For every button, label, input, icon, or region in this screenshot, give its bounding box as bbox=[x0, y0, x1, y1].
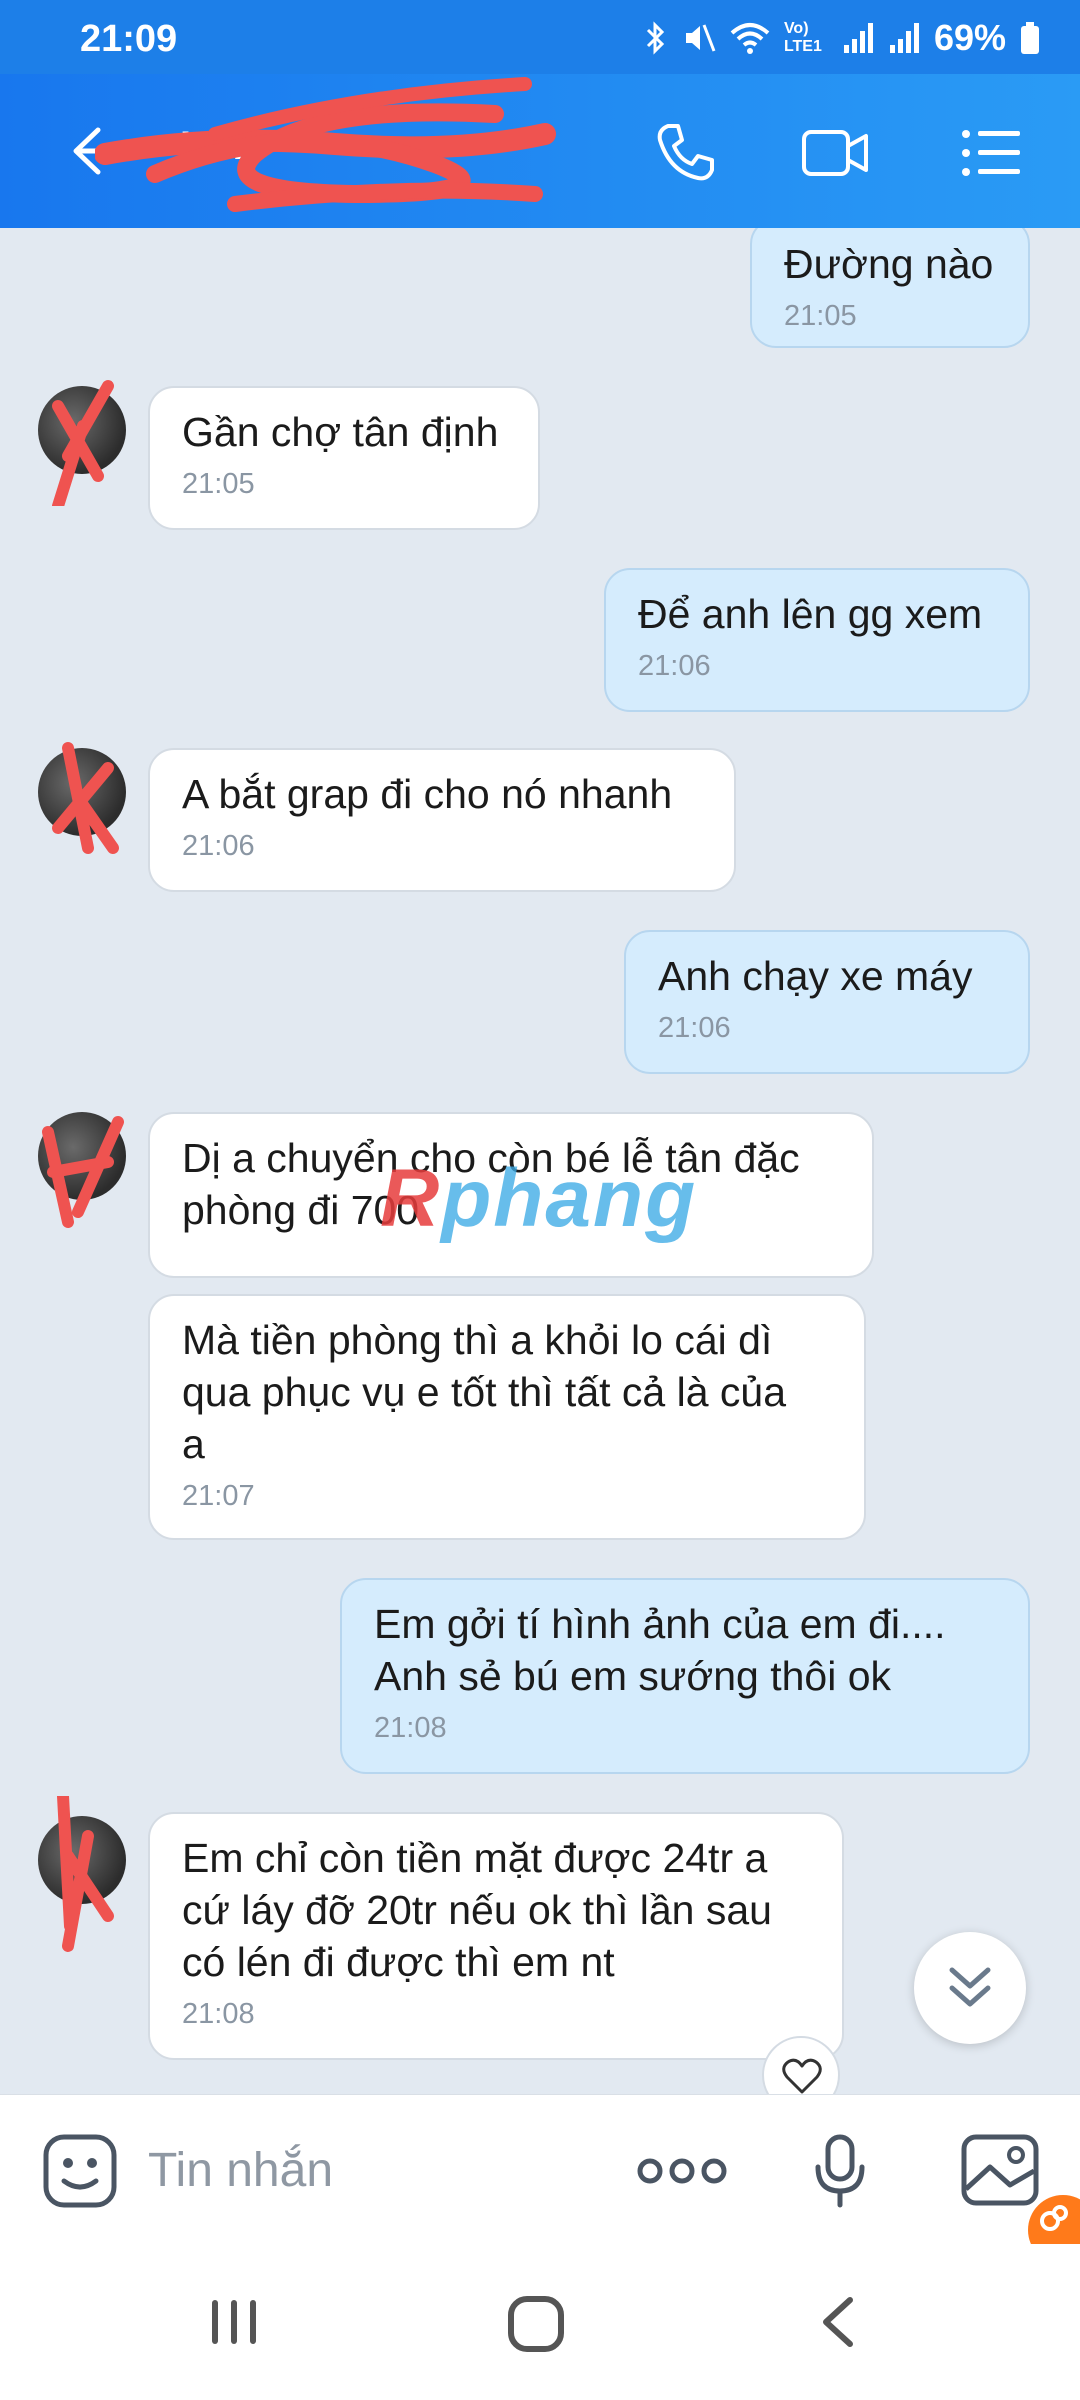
signal-2-icon bbox=[889, 23, 919, 53]
home-icon[interactable] bbox=[506, 2294, 566, 2354]
list-menu-icon[interactable] bbox=[956, 118, 1026, 188]
battery-percent: 69% bbox=[933, 17, 1006, 58]
system-nav-bar bbox=[0, 2244, 1080, 2400]
message-list[interactable]: Đường nào 21:05 Gần chợ tân định 21:05 Đ… bbox=[0, 228, 1080, 2094]
message-input[interactable]: Tin nhắn bbox=[148, 2143, 333, 2198]
signal-1-icon bbox=[843, 23, 873, 53]
redaction-mark bbox=[52, 742, 119, 854]
double-chevron-down-icon bbox=[949, 1967, 991, 2007]
message-text: Để anh lên gg xem bbox=[638, 591, 983, 637]
message-time: 21:06 bbox=[638, 650, 711, 682]
redaction-mark bbox=[52, 380, 114, 506]
message-text: Em chỉ còn tiền mặt được 24tr a cứ láy đ… bbox=[182, 1835, 772, 1985]
message-time: 21:05 bbox=[182, 468, 255, 500]
network-label: Vo) LTE1 bbox=[783, 20, 822, 55]
microphone-icon[interactable] bbox=[812, 2133, 868, 2209]
message-time: 21:07 bbox=[182, 1480, 255, 1512]
bluetooth-icon bbox=[646, 21, 665, 55]
redaction-scribble bbox=[95, 77, 556, 212]
nav-back-icon[interactable] bbox=[816, 2294, 860, 2350]
link-icon bbox=[1040, 2205, 1068, 2231]
more-dots-icon[interactable] bbox=[636, 2155, 728, 2187]
avatar[interactable] bbox=[38, 742, 126, 854]
chat-header: Kim bbox=[0, 74, 1080, 228]
message-bubble-incoming[interactable]: Mà tiền phòng thì a khỏi lo cái dì qua p… bbox=[148, 1294, 866, 1540]
message-bubble-outgoing[interactable]: Để anh lên gg xem 21:06 bbox=[604, 568, 1030, 712]
message-bubble-incoming[interactable]: Em chỉ còn tiền mặt được 24tr a cứ láy đ… bbox=[148, 1812, 844, 2060]
redaction-mark bbox=[42, 1116, 124, 1228]
message-text: Gần chợ tân định bbox=[182, 409, 499, 455]
message-text: Đường nào bbox=[784, 241, 994, 287]
message-text: Em gởi tí hình ảnh của em đi.... Anh sẻ … bbox=[374, 1601, 946, 1699]
message-text: Mà tiền phòng thì a khỏi lo cái dì qua p… bbox=[182, 1317, 787, 1467]
message-time: 21:08 bbox=[374, 1712, 447, 1744]
message-input-bar: Tin nhắn bbox=[0, 2094, 1080, 2265]
message-text: Anh chạy xe máy bbox=[658, 953, 973, 999]
recents-icon[interactable] bbox=[206, 2294, 262, 2350]
message-bubble-incoming[interactable]: Gần chợ tân định 21:05 bbox=[148, 386, 540, 530]
avatar[interactable] bbox=[38, 380, 126, 506]
scroll-to-bottom-button[interactable] bbox=[914, 1932, 1026, 2044]
status-bar: 21:09 Vo) LTE1 69% bbox=[0, 0, 1080, 74]
heart-icon bbox=[782, 2058, 822, 2094]
image-gallery-icon[interactable] bbox=[960, 2133, 1040, 2209]
message-time: 21:06 bbox=[182, 830, 255, 862]
watermark: Rphang bbox=[380, 1153, 698, 1244]
message-bubble-incoming[interactable]: A bắt grap đi cho nó nhanh 21:06 bbox=[148, 748, 736, 892]
message-bubble-outgoing[interactable]: Em gởi tí hình ảnh của em đi.... Anh sẻ … bbox=[340, 1578, 1030, 1774]
wifi-icon bbox=[730, 23, 770, 54]
message-bubble-outgoing[interactable]: Đường nào 21:05 bbox=[750, 228, 1030, 348]
mute-icon bbox=[685, 24, 716, 52]
avatar[interactable] bbox=[38, 1112, 126, 1228]
redaction-mark bbox=[57, 1796, 114, 1952]
status-icons: Vo) LTE1 69% bbox=[644, 16, 1040, 60]
message-time: 21:05 bbox=[784, 300, 857, 332]
avatar[interactable] bbox=[38, 1796, 126, 1952]
status-time: 21:09 bbox=[80, 18, 178, 60]
message-text: A bắt grap đi cho nó nhanh bbox=[182, 771, 673, 817]
sticker-smile-icon[interactable] bbox=[40, 2131, 120, 2211]
message-bubble-outgoing[interactable]: Anh chạy xe máy 21:06 bbox=[624, 930, 1030, 1074]
video-icon[interactable] bbox=[800, 118, 870, 188]
message-time: 21:08 bbox=[182, 1998, 255, 2030]
battery-icon bbox=[1021, 22, 1039, 54]
phone-icon[interactable] bbox=[650, 118, 720, 188]
message-time: 21:06 bbox=[658, 1012, 731, 1044]
